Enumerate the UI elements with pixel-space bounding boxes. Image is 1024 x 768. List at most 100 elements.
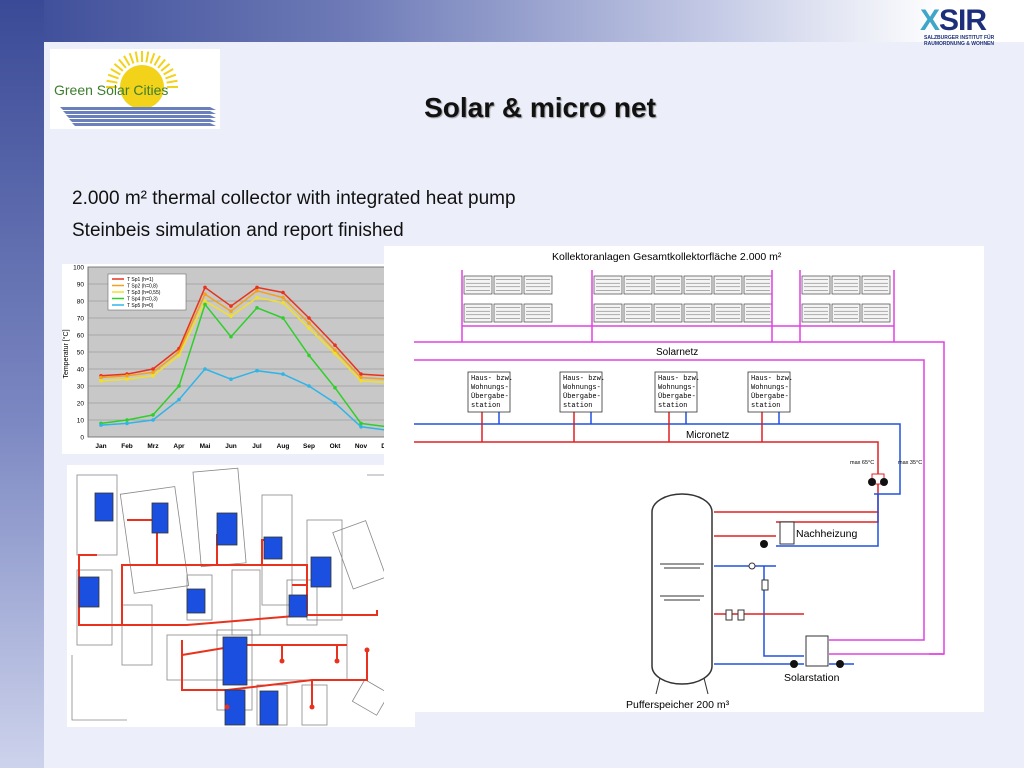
data-point bbox=[125, 418, 129, 422]
collector-panel bbox=[653, 303, 683, 323]
data-point bbox=[203, 292, 207, 296]
left-banner bbox=[0, 0, 44, 768]
collector-panel bbox=[683, 275, 713, 295]
y-tick-label: 30 bbox=[77, 384, 85, 391]
data-point bbox=[333, 343, 337, 347]
data-point bbox=[229, 377, 233, 381]
logo-name: Green Solar Cities bbox=[54, 82, 169, 98]
data-point bbox=[333, 351, 337, 356]
data-point bbox=[125, 377, 129, 381]
nachheizung-exchanger bbox=[779, 521, 795, 545]
data-point bbox=[255, 295, 259, 300]
transfer-station-label: Übergabe- bbox=[471, 392, 509, 401]
data-point bbox=[203, 299, 207, 303]
y-axis-label: Temperatur [°C] bbox=[62, 329, 70, 378]
page-title: Solar & micro net bbox=[424, 92, 656, 123]
data-point bbox=[255, 285, 259, 290]
y-tick-label: 10 bbox=[77, 418, 85, 425]
legend-entry: T Sp1 (h=1) bbox=[127, 277, 154, 283]
hydraulic-schema-svg: Kollektoranlagen Gesamtkollektorfläche 2… bbox=[414, 251, 945, 711]
site-plan-svg bbox=[67, 465, 415, 727]
site-plan-map bbox=[67, 465, 415, 727]
solarnetz-label: Solarnetz bbox=[656, 347, 698, 358]
valve-icon bbox=[748, 562, 756, 570]
data-point bbox=[125, 374, 129, 378]
transfer-station-label: Übergabe- bbox=[563, 392, 601, 401]
bullet-line-2: Steinbeis simulation and report finished bbox=[72, 220, 404, 241]
y-tick-label: 0 bbox=[80, 435, 84, 442]
sir-logo-x: X bbox=[920, 4, 940, 37]
transfer-station-label: station bbox=[471, 402, 500, 410]
micronetz-label: Micronetz bbox=[686, 430, 729, 441]
data-point bbox=[281, 290, 285, 295]
nachheizung-label: Nachheizung bbox=[796, 528, 857, 540]
valve-icon bbox=[761, 579, 769, 591]
collector-panel bbox=[523, 275, 553, 295]
data-point bbox=[281, 295, 285, 300]
temperature-chart: 0 10 20 30 40 50 60 70 80 90 100 Jan Feb Mrz Apr Mai Ju… bbox=[62, 264, 404, 454]
transfer-station-label: Wohnungs- bbox=[471, 384, 509, 392]
y-tick-label: 90 bbox=[77, 282, 85, 289]
collector-panel bbox=[463, 303, 493, 323]
sir-logo-mark: XSIR bbox=[920, 4, 987, 38]
solarstation-label: Solarstation bbox=[784, 672, 840, 684]
data-point bbox=[307, 321, 311, 325]
transfer-station-label: station bbox=[658, 402, 687, 410]
x-tick-label: Jan bbox=[95, 443, 106, 450]
y-tick-label: 100 bbox=[73, 265, 84, 272]
legend-entry: T Sp2 (h=0,8) bbox=[127, 284, 158, 290]
data-point bbox=[229, 334, 233, 339]
sir-logo-subtitle: SALZBURGER INSTITUT FÜR RAUMORDNUNG & WO… bbox=[924, 35, 1020, 47]
y-tick-label: 50 bbox=[77, 350, 85, 357]
transfer-station-label: Haus- bzw. bbox=[563, 375, 605, 383]
data-point bbox=[307, 326, 311, 330]
max-65-label: max 65°C bbox=[850, 460, 874, 466]
valve-icon bbox=[737, 609, 745, 621]
x-tick-label: Aug bbox=[277, 443, 290, 450]
pump-icon bbox=[790, 660, 798, 668]
collector-panel bbox=[593, 275, 623, 295]
y-tick-label: 20 bbox=[77, 401, 85, 408]
collector-panel bbox=[623, 275, 653, 295]
transfer-station-label: Haus- bzw. bbox=[471, 375, 513, 383]
data-point bbox=[281, 300, 285, 305]
data-point bbox=[359, 425, 363, 429]
data-point bbox=[307, 316, 311, 320]
collector-panel bbox=[861, 275, 891, 295]
x-tick-label: Feb bbox=[121, 443, 133, 450]
data-point bbox=[307, 353, 311, 358]
data-point bbox=[255, 289, 259, 293]
collector-arrays bbox=[463, 275, 891, 323]
bullet-line-1: 2.000 m² thermal collector with integrat… bbox=[72, 188, 516, 209]
data-point bbox=[255, 306, 259, 310]
collector-panel bbox=[831, 303, 861, 323]
data-point bbox=[99, 423, 103, 427]
sir-logo: XSIR SALZBURGER INSTITUT FÜR RAUMORDNUNG… bbox=[918, 4, 1022, 48]
transfer-station-label: Übergabe- bbox=[658, 392, 696, 401]
collector-panel bbox=[523, 303, 553, 323]
collector-panel bbox=[801, 303, 831, 323]
x-tick-label: Mrz bbox=[147, 443, 159, 450]
data-point bbox=[151, 370, 155, 375]
collector-panel bbox=[593, 303, 623, 323]
pump-icon bbox=[760, 540, 768, 548]
collector-panel bbox=[713, 275, 743, 295]
max-35-label: max 35°C bbox=[898, 460, 922, 466]
transfer-station-label: Übergabe- bbox=[751, 392, 789, 401]
y-tick-label: 60 bbox=[77, 333, 85, 340]
data-point bbox=[333, 385, 337, 390]
sir-logo-text: SIR bbox=[939, 4, 987, 37]
data-point bbox=[177, 353, 181, 358]
collector-panel bbox=[743, 275, 773, 295]
legend-entry: T Sp4 (h=0,3) bbox=[127, 297, 158, 303]
pump-icon bbox=[868, 478, 876, 486]
transfer-station-label: station bbox=[751, 402, 780, 410]
transfer-station-label: station bbox=[563, 402, 592, 410]
x-tick-label: Jul bbox=[252, 443, 262, 450]
data-point bbox=[333, 401, 337, 405]
green-solar-cities-logo: Green Solar Cities bbox=[50, 49, 220, 129]
x-tick-label: Okt bbox=[330, 443, 342, 450]
collector-panel bbox=[861, 303, 891, 323]
micronetz-lines bbox=[414, 412, 901, 482]
top-banner bbox=[0, 0, 1024, 42]
